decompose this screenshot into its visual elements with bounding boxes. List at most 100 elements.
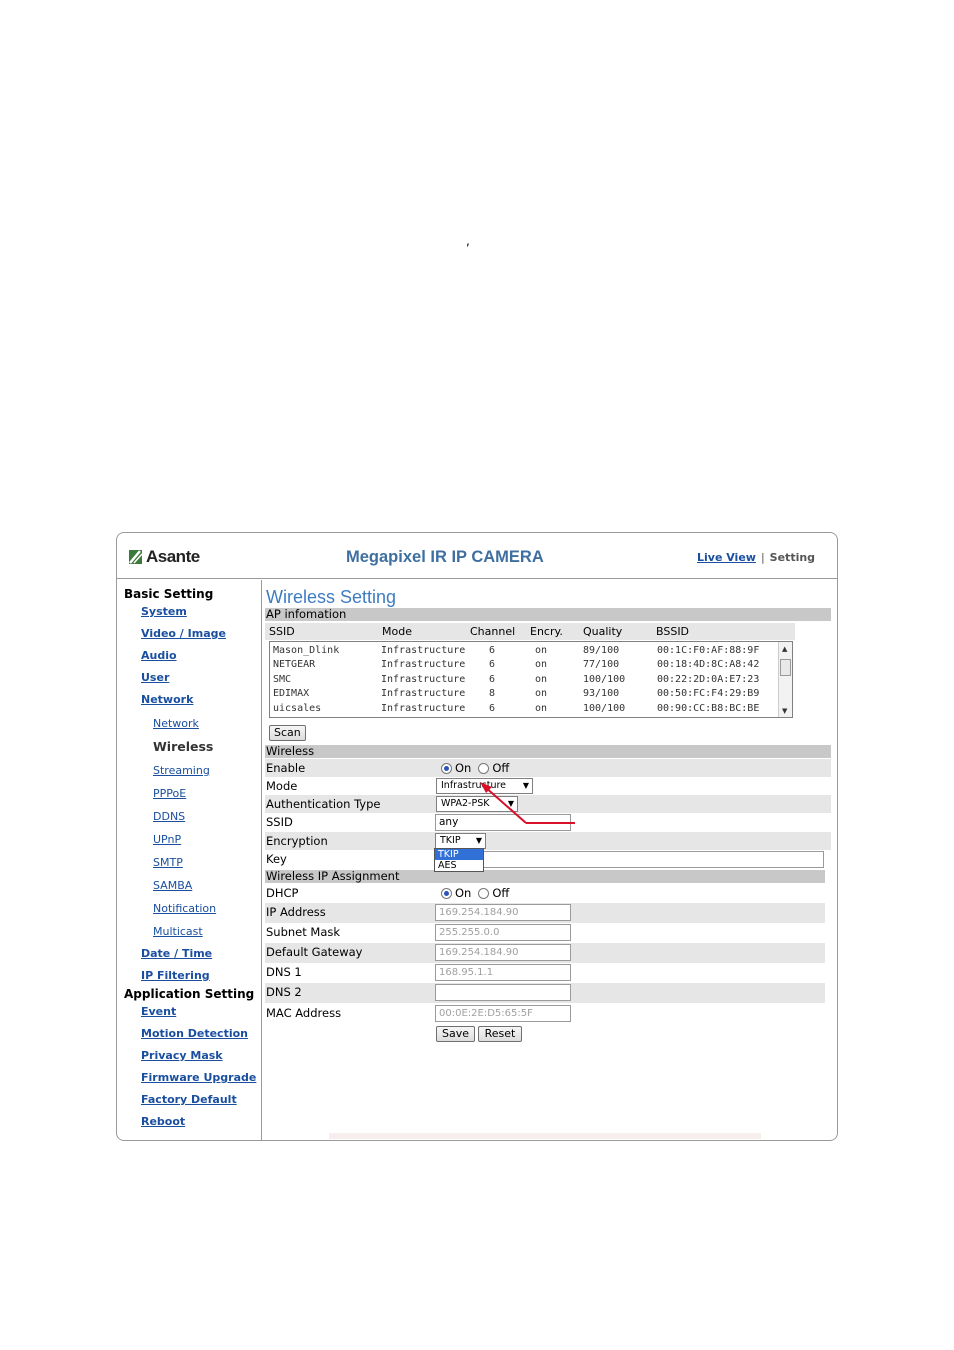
asante-logo-icon xyxy=(129,550,143,564)
application-setting-heading: Application Setting xyxy=(124,987,255,1001)
logo-text: Asante xyxy=(146,547,200,566)
dns2-input[interactable] xyxy=(435,984,571,1001)
sidebar-subitem-multicast[interactable]: Multicast xyxy=(153,925,203,938)
sidebar-item-factory-default[interactable]: Factory Default xyxy=(141,1093,237,1106)
enable-off-label: Off xyxy=(492,761,510,775)
sidebar-subitem-ddns[interactable]: DDNS xyxy=(153,810,185,823)
ip-address-input[interactable]: 169.254.184.90 xyxy=(435,904,571,921)
scroll-down-icon[interactable]: ▼ xyxy=(782,707,787,715)
dhcp-off-radio[interactable] xyxy=(478,887,490,899)
sidebar-subitem-upnp[interactable]: UPnP xyxy=(153,833,181,846)
sidebar-item-network[interactable]: Network xyxy=(141,693,193,706)
sidebar-subitem-notification[interactable]: Notification xyxy=(153,902,216,915)
wireless-section-header: Wireless xyxy=(265,745,831,758)
subnet-mask-row: Subnet Mask 255.255.0.0 xyxy=(265,923,825,943)
encryption-dropdown-list: TKIP AES xyxy=(434,848,484,872)
ap-list[interactable]: Mason_Dlink Infrastructure 6 on 89/100 00:1C:… xyxy=(269,641,793,718)
ap-col-bssid: BSSID xyxy=(656,625,690,638)
logo: Asante xyxy=(129,547,200,567)
key-row: Key xyxy=(265,850,825,868)
ap-list-scrollbar[interactable]: ▲ ▼ xyxy=(778,642,792,717)
ap-row[interactable]: Mason_Dlink Infrastructure 6 on 89/100 00:1C:… xyxy=(273,645,778,659)
save-button[interactable]: Save xyxy=(436,1026,475,1042)
subnet-mask-input[interactable]: 255.255.0.0 xyxy=(435,924,571,941)
ap-col-channel: Channel xyxy=(470,625,516,638)
top-nav: Live View | Setting xyxy=(697,551,815,564)
dns1-input[interactable]: 168.95.1.1 xyxy=(435,964,571,981)
sidebar-item-audio[interactable]: Audio xyxy=(141,649,177,662)
sidebar-item-reboot[interactable]: Reboot xyxy=(141,1115,185,1128)
ap-info-section-header: AP infomation xyxy=(265,608,831,621)
chevron-down-icon: ▼ xyxy=(475,836,482,845)
sidebar-item-event[interactable]: Event xyxy=(141,1005,176,1018)
ip-address-row: IP Address 169.254.184.90 xyxy=(265,903,825,923)
stray-mark: , xyxy=(466,234,470,248)
encryption-select-value: TKIP xyxy=(440,835,461,846)
key-label: Key xyxy=(266,852,287,866)
mode-label: Mode xyxy=(266,779,298,793)
nav-separator: | xyxy=(760,551,765,564)
dhcp-on-radio[interactable] xyxy=(441,887,452,899)
sidebar-item-video-image[interactable]: Video / Image xyxy=(141,627,226,640)
reset-button[interactable]: Reset xyxy=(478,1026,522,1042)
mac-address-row: MAC Address 00:0E:2E:D5:65:5F xyxy=(265,1004,825,1024)
sidebar-item-motion-detection[interactable]: Motion Detection xyxy=(141,1027,248,1040)
scan-button[interactable]: Scan xyxy=(269,725,306,741)
ap-col-ssid: SSID xyxy=(269,625,295,638)
sidebar-subitem-network[interactable]: Network xyxy=(153,717,199,730)
dns2-label: DNS 2 xyxy=(266,985,302,999)
default-gateway-row: Default Gateway 169.254.184.90 xyxy=(265,943,825,963)
ssid-label: SSID xyxy=(266,815,293,829)
default-gateway-input[interactable]: 169.254.184.90 xyxy=(435,944,571,961)
enable-radio-group: On Off xyxy=(441,761,516,775)
sidebar-subitem-wireless[interactable]: Wireless xyxy=(153,739,213,754)
key-input[interactable] xyxy=(435,851,824,868)
dhcp-on-label: On xyxy=(455,886,472,900)
ap-row[interactable]: uicsales Infrastructure 6 on 100/100 00:90:CC… xyxy=(273,703,778,717)
basic-setting-heading: Basic Setting xyxy=(124,587,214,601)
auth-type-label: Authentication Type xyxy=(266,797,381,811)
main-panel: Wireless Setting AP infomation SSID Mode… xyxy=(265,580,835,1140)
ap-row[interactable]: EDIMAX Infrastructure 8 on 93/100 00:50:FC:F4… xyxy=(273,688,778,702)
subnet-mask-label: Subnet Mask xyxy=(266,925,341,939)
encryption-option-tkip[interactable]: TKIP xyxy=(435,849,483,860)
dhcp-label: DHCP xyxy=(266,886,299,900)
sidebar-item-firmware-upgrade[interactable]: Firmware Upgrade xyxy=(141,1071,256,1084)
sidebar-subitem-streaming[interactable]: Streaming xyxy=(153,764,210,777)
sidebar-item-user[interactable]: User xyxy=(141,671,169,684)
enable-label: Enable xyxy=(266,761,306,775)
sidebar-item-system[interactable]: System xyxy=(141,605,187,618)
camera-ui-frame: Asante Megapixel IR IP CAMERA Live View |… xyxy=(116,532,838,1141)
enable-off-radio[interactable] xyxy=(478,762,490,774)
live-view-link[interactable]: Live View xyxy=(697,551,756,564)
scroll-thumb[interactable] xyxy=(780,659,791,676)
dhcp-off-label: Off xyxy=(492,886,510,900)
camera-title: Megapixel IR IP CAMERA xyxy=(346,548,544,566)
ap-row[interactable]: NETGEAR Infrastructure 6 on 77/100 00:18:4D:8… xyxy=(273,659,778,673)
dns2-row: DNS 2 xyxy=(265,983,825,1003)
ip-assignment-section-header: Wireless IP Assignment xyxy=(265,870,825,883)
ap-row[interactable]: SMC Infrastructure 6 on 100/100 00:22:2D:0A:E… xyxy=(273,674,778,688)
annotation-arrow-icon xyxy=(480,782,575,824)
setting-link[interactable]: Setting xyxy=(770,551,815,564)
ap-col-mode: Mode xyxy=(382,625,412,638)
footer-strip xyxy=(329,1133,761,1139)
encryption-select[interactable]: TKIP ▼ xyxy=(435,833,486,849)
sidebar-subitem-pppoe[interactable]: PPPoE xyxy=(153,787,186,800)
default-gateway-label: Default Gateway xyxy=(266,945,363,959)
sidebar-item-privacy-mask[interactable]: Privacy Mask xyxy=(141,1049,223,1062)
mac-address-input[interactable]: 00:0E:2E:D5:65:5F xyxy=(435,1005,571,1022)
encryption-option-aes[interactable]: AES xyxy=(435,860,483,871)
ap-col-encryption: Encry. xyxy=(530,625,563,638)
enable-on-label: On xyxy=(455,761,472,775)
dns1-label: DNS 1 xyxy=(266,965,302,979)
enable-on-radio[interactable] xyxy=(441,762,452,774)
sidebar-subitem-smtp[interactable]: SMTP xyxy=(153,856,183,869)
sidebar-subitem-samba[interactable]: SAMBA xyxy=(153,879,192,892)
scroll-up-icon[interactable]: ▲ xyxy=(782,645,787,653)
encryption-row: Encryption TKIP ▼ xyxy=(265,832,831,850)
sidebar-item-date-time[interactable]: Date / Time xyxy=(141,947,212,960)
sidebar-item-ip-filtering[interactable]: IP Filtering xyxy=(141,969,210,982)
dhcp-row: DHCP On Off xyxy=(265,884,825,902)
mac-address-label: MAC Address xyxy=(266,1006,342,1020)
